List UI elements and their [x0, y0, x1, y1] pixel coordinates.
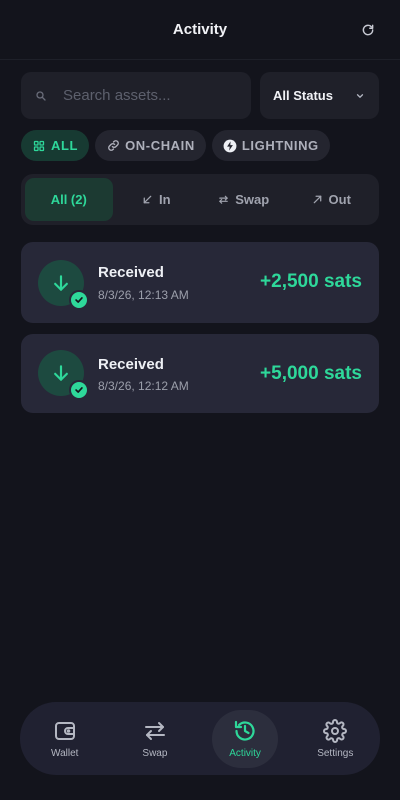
- chip-lightning-label: LIGHTNING: [241, 138, 319, 153]
- transaction-date: 8/3/26, 12:13 AM: [98, 288, 189, 302]
- transaction-date: 8/3/26, 12:12 AM: [98, 379, 189, 393]
- search-icon: [35, 90, 47, 102]
- transaction-card[interactable]: Received 8/3/26, 12:13 AM +2,500 sats: [21, 242, 379, 323]
- chip-all-label: ALL: [51, 138, 79, 153]
- search-input[interactable]: [63, 87, 233, 104]
- chip-on-chain-label: ON-CHAIN: [125, 138, 195, 153]
- status-filter-value: All Status: [273, 88, 333, 103]
- completed-check-badge: [69, 290, 89, 310]
- transaction-amount: +2,500 sats: [260, 271, 362, 292]
- bottom-navigation: Wallet Swap Activity Settings: [20, 702, 380, 775]
- search-box[interactable]: [21, 72, 251, 119]
- app-header: Activity: [0, 0, 400, 60]
- refresh-button[interactable]: [358, 20, 378, 40]
- nav-swap-label: Swap: [142, 747, 168, 759]
- gear-icon: [323, 718, 348, 743]
- chip-on-chain[interactable]: ON-CHAIN: [95, 130, 206, 161]
- tab-out[interactable]: Out: [288, 178, 376, 221]
- transaction-amount: +5,000 sats: [260, 363, 362, 384]
- page-title: Activity: [172, 21, 228, 38]
- check-icon: [75, 387, 83, 393]
- direction-tabs: All (2) In Swap Out: [21, 174, 379, 225]
- wallet-icon: [53, 719, 77, 743]
- nav-swap[interactable]: Swap: [122, 710, 187, 768]
- arrow-out-icon: [312, 194, 323, 205]
- network-filter-chips: ALL ON-CHAIN LIGHTNING: [21, 130, 330, 161]
- tab-all[interactable]: All (2): [25, 178, 113, 221]
- arrow-down-icon: [54, 365, 68, 381]
- chip-all[interactable]: ALL: [21, 130, 90, 161]
- nav-activity-label: Activity: [229, 747, 261, 759]
- chevron-down-icon: [356, 93, 364, 98]
- history-icon: [233, 719, 257, 743]
- nav-activity[interactable]: Activity: [212, 709, 278, 768]
- refresh-icon: [362, 24, 374, 36]
- status-filter-dropdown[interactable]: All Status: [260, 72, 379, 119]
- arrow-down-icon: [54, 275, 68, 291]
- completed-check-badge: [69, 380, 89, 400]
- transaction-card[interactable]: Received 8/3/26, 12:12 AM +5,000 sats: [21, 334, 379, 413]
- check-icon: [75, 297, 83, 303]
- tab-swap-label: Swap: [235, 192, 270, 207]
- transaction-title: Received: [98, 356, 164, 373]
- transaction-title: Received: [98, 264, 164, 281]
- nav-wallet-label: Wallet: [51, 747, 79, 759]
- nav-settings-label: Settings: [317, 747, 354, 759]
- nav-wallet[interactable]: Wallet: [32, 710, 97, 768]
- grid-icon: [32, 139, 46, 153]
- link-icon: [106, 139, 120, 153]
- tab-all-label: All (2): [50, 192, 87, 207]
- tab-in[interactable]: In: [113, 178, 201, 221]
- swap-small-icon: [218, 194, 229, 205]
- tab-out-label: Out: [328, 192, 351, 207]
- lightning-icon: [223, 139, 237, 153]
- tab-swap[interactable]: Swap: [200, 178, 288, 221]
- nav-settings[interactable]: Settings: [303, 710, 368, 768]
- tab-in-label: In: [158, 192, 171, 207]
- chip-lightning[interactable]: LIGHTNING: [211, 130, 330, 161]
- arrow-in-icon: [142, 194, 153, 205]
- swap-icon: [143, 719, 167, 743]
